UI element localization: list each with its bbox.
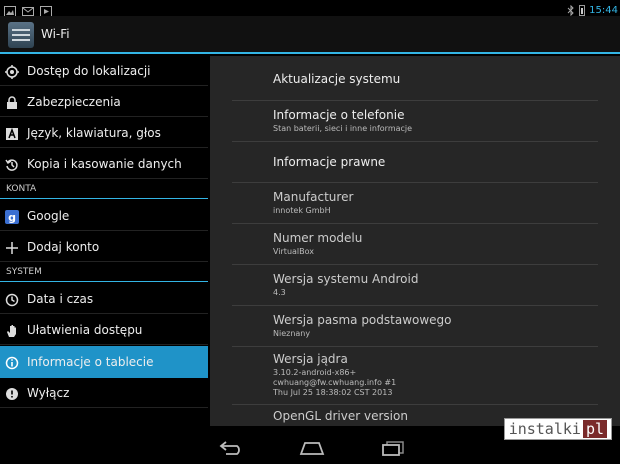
list-item-title: Wersja pasma podstawowego	[273, 313, 452, 327]
info-icon	[5, 355, 19, 370]
sidebar-item-about-tablet[interactable]: Informacje o tablecie	[0, 346, 208, 378]
sidebar-item-google[interactable]: g Google	[0, 201, 208, 231]
sidebar-item-power-off[interactable]: Wyłącz	[0, 378, 208, 408]
sidebar-item-add-account[interactable]: Dodaj konto	[0, 232, 208, 262]
sidebar-item-language[interactable]: Język, klawiatura, głos	[0, 118, 208, 148]
list-item-subtitle: 4.3	[273, 288, 286, 297]
sidebar-item-backup[interactable]: Kopia i kasowanie danych	[0, 149, 208, 179]
sidebar-item-date-time[interactable]: Data i czas	[0, 284, 208, 314]
sidebar-item-label: Zabezpieczenia	[27, 94, 121, 109]
list-item-title: OpenGL driver version	[273, 409, 408, 423]
sidebar-item-label: Informacje o tablecie	[27, 355, 154, 369]
status-bar: 15:44	[0, 0, 620, 17]
list-item-phone-info[interactable]: Informacje o telefonie Stan baterii, sie…	[232, 101, 598, 142]
google-icon: g	[5, 209, 19, 224]
sidebar-item-label: Data i czas	[27, 291, 94, 306]
lock-icon	[5, 95, 19, 109]
home-button-icon[interactable]	[298, 440, 326, 460]
list-item-title: Numer modelu	[273, 231, 363, 245]
location-icon	[5, 64, 19, 79]
svg-text:g: g	[8, 211, 16, 224]
list-item-title: Manufacturer	[273, 190, 354, 204]
sidebar-item-label: Wyłącz	[27, 385, 70, 400]
list-item-subtitle: cwhuang@fw.cwhuang.info #1	[273, 378, 397, 387]
section-header-accounts: KONTA	[0, 181, 208, 199]
settings-app-icon[interactable]	[8, 22, 34, 48]
list-item-system-updates[interactable]: Aktualizacje systemu	[232, 56, 598, 101]
hand-icon	[5, 323, 19, 337]
sidebar-item-label: Kopia i kasowanie danych	[27, 156, 182, 171]
sidebar-item-label: Dostęp do lokalizacji	[27, 63, 151, 78]
sidebar-item-location[interactable]: Dostęp do lokalizacji	[0, 56, 208, 86]
clock-time: 15:44	[589, 5, 618, 16]
back-button-icon[interactable]	[218, 440, 244, 460]
power-icon	[5, 386, 19, 400]
list-item-subtitle: Thu Jul 25 18:38:02 CST 2013	[273, 388, 393, 397]
list-item-title: Informacje prawne	[273, 155, 386, 169]
list-item-title: Informacje o telefonie	[273, 108, 405, 122]
list-item-android-version[interactable]: Wersja systemu Android 4.3	[232, 265, 598, 306]
list-item-title: Wersja jądra	[273, 352, 348, 366]
list-item-kernel-version: Wersja jądra 3.10.2-android-x86+ cwhuang…	[232, 347, 598, 405]
section-header-system: SYSTEM	[0, 264, 208, 282]
list-item-subtitle: innotek GmbH	[273, 206, 331, 215]
watermark-logo: instalki pl	[503, 418, 612, 440]
list-item-baseband-version: Wersja pasma podstawowego Nieznany	[232, 306, 598, 347]
sidebar-item-label: Ułatwienia dostępu	[27, 322, 143, 337]
clock-icon	[5, 292, 19, 306]
keyboard-icon	[5, 126, 19, 140]
backup-icon	[5, 157, 19, 171]
battery-icon	[579, 5, 586, 16]
list-item-manufacturer: Manufacturer innotek GmbH	[232, 183, 598, 224]
image-notification-icon[interactable]	[4, 2, 16, 17]
action-bar: Wi-Fi	[0, 16, 620, 54]
list-item-subtitle: Nieznany	[273, 329, 311, 338]
settings-sidebar: Dostęp do lokalizacji Zabezpieczenia Jęz…	[0, 56, 208, 432]
recent-apps-button-icon[interactable]	[380, 440, 406, 460]
sidebar-item-security[interactable]: Zabezpieczenia	[0, 87, 208, 117]
list-item-title: Aktualizacje systemu	[273, 72, 401, 86]
sidebar-item-label: Dodaj konto	[27, 239, 100, 254]
list-item-legal-info[interactable]: Informacje prawne	[232, 142, 598, 183]
list-item-subtitle: Stan baterii, sieci i inne informacje	[273, 124, 413, 133]
play-notification-icon[interactable]	[40, 2, 52, 17]
page-title: Wi-Fi	[41, 27, 70, 41]
list-item-subtitle: VirtualBox	[273, 247, 315, 256]
sidebar-item-label: Język, klawiatura, głos	[27, 125, 161, 140]
sidebar-item-accessibility[interactable]: Ułatwienia dostępu	[0, 315, 208, 345]
list-item-title: Wersja systemu Android	[273, 272, 419, 286]
list-item-subtitle: 3.10.2-android-x86+	[273, 368, 357, 377]
about-tablet-panel: Aktualizacje systemu Informacje o telefo…	[210, 56, 620, 426]
sidebar-item-label: Google	[27, 208, 70, 223]
mail-notification-icon[interactable]	[22, 2, 34, 16]
plus-icon	[5, 240, 19, 254]
list-item-model-number: Numer modelu VirtualBox	[232, 224, 598, 265]
